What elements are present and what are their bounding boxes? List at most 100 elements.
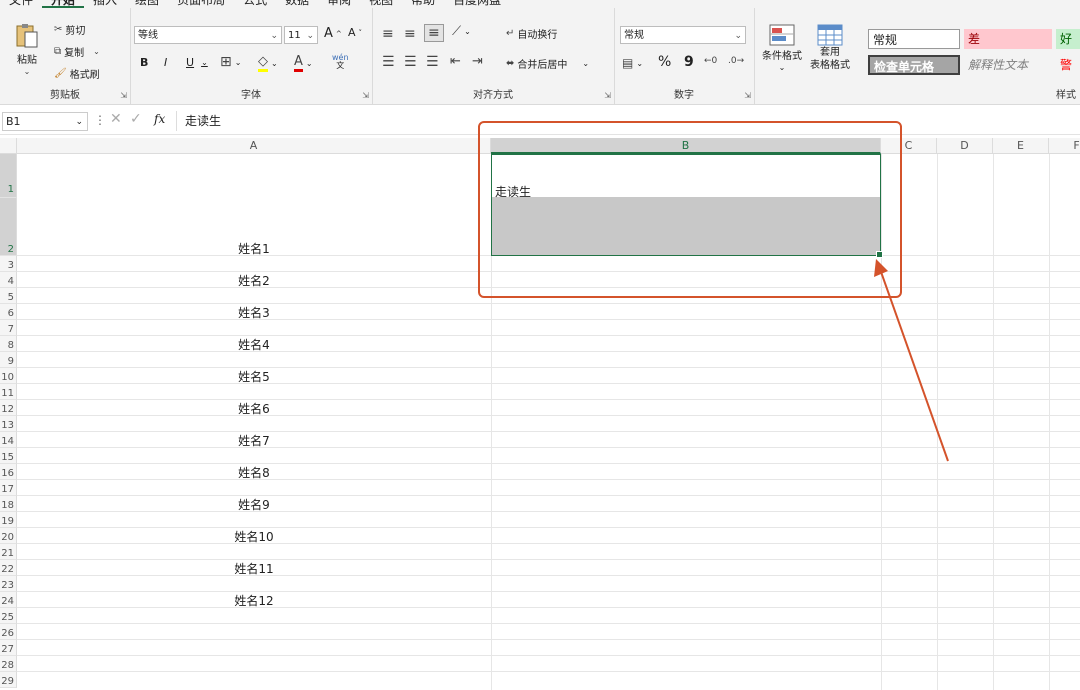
row-header-13[interactable]: 13 <box>0 416 17 432</box>
menu-home[interactable]: 开始 <box>42 0 85 8</box>
row-header-20[interactable]: 20 <box>0 528 17 544</box>
cell-a14[interactable]: 姓名7 <box>17 432 491 449</box>
row-header-21[interactable]: 21 <box>0 544 17 560</box>
shrink-font-button[interactable]: A ˅ <box>348 26 362 39</box>
align-bottom-button[interactable]: ≡ <box>424 24 444 42</box>
align-left-button[interactable]: ☰ <box>382 54 395 70</box>
enter-icon[interactable]: ✓ <box>130 111 142 127</box>
cell-a6[interactable]: 姓名3 <box>17 304 491 321</box>
menu-data[interactable]: 数据 <box>276 0 318 8</box>
cell-a16[interactable]: 姓名8 <box>17 464 491 481</box>
row-header-14[interactable]: 14 <box>0 432 17 448</box>
cell-a22[interactable]: 姓名11 <box>17 560 491 577</box>
row-header-23[interactable]: 23 <box>0 576 17 592</box>
cell-a4[interactable]: 姓名2 <box>17 272 491 289</box>
menu-view[interactable]: 视图 <box>360 0 402 8</box>
dialog-launcher-icon[interactable]: ⇲ <box>604 91 611 100</box>
style-explanatory[interactable]: 解释性文本 <box>964 55 1052 75</box>
style-check-cell[interactable]: 检查单元格 <box>868 55 960 75</box>
dialog-launcher-icon[interactable]: ⇲ <box>362 91 369 100</box>
menu-baidu-netdisk[interactable]: 百度网盘 <box>444 0 510 8</box>
style-bad[interactable]: 差 <box>964 29 1052 49</box>
row-header-19[interactable]: 19 <box>0 512 17 528</box>
column-header-d[interactable]: D <box>937 138 993 154</box>
merge-center-button[interactable]: ⬌ 合并后居中 ⌄ <box>506 56 589 71</box>
row-header-24[interactable]: 24 <box>0 592 17 608</box>
grow-font-button[interactable]: A ^ <box>324 26 342 41</box>
cell-a2[interactable]: 姓名1 <box>17 240 491 257</box>
row-header-26[interactable]: 26 <box>0 624 17 640</box>
cell-a8[interactable]: 姓名4 <box>17 336 491 353</box>
row-header-1[interactable]: 1 <box>0 154 17 198</box>
row-header-22[interactable]: 22 <box>0 560 17 576</box>
column-header-f[interactable]: F <box>1049 138 1080 154</box>
cell-a12[interactable]: 姓名6 <box>17 400 491 417</box>
row-header-4[interactable]: 4 <box>0 272 17 288</box>
menu-page-layout[interactable]: 页面布局 <box>168 0 234 8</box>
row-header-12[interactable]: 12 <box>0 400 17 416</box>
increase-decimal-button[interactable]: ←0 <box>704 56 717 66</box>
more-options-icon[interactable]: ⋮ <box>94 113 106 127</box>
row-header-17[interactable]: 17 <box>0 480 17 496</box>
row-header-3[interactable]: 3 <box>0 256 17 272</box>
comma-button[interactable]: 9 <box>684 54 694 70</box>
row-header-5[interactable]: 5 <box>0 288 17 304</box>
font-size-select[interactable]: 11 ⌄ <box>284 26 318 44</box>
underline-button[interactable]: U ⌄ <box>186 56 208 69</box>
italic-button[interactable]: I <box>164 56 167 69</box>
cell-a10[interactable]: 姓名5 <box>17 368 491 385</box>
align-middle-button[interactable]: ≡ <box>404 26 416 42</box>
borders-button[interactable]: ⊞ ⌄ <box>220 54 241 70</box>
decrease-indent-button[interactable]: ⇤ <box>450 54 461 69</box>
row-header-16[interactable]: 16 <box>0 464 17 480</box>
row-header-7[interactable]: 7 <box>0 320 17 336</box>
orientation-button[interactable]: ⟋ ⌄ <box>452 24 471 39</box>
insert-function-button[interactable]: fx <box>154 112 165 126</box>
style-good[interactable]: 好 <box>1056 29 1080 49</box>
style-normal[interactable]: 常规 <box>868 29 960 49</box>
row-header-11[interactable]: 11 <box>0 384 17 400</box>
fill-color-button[interactable]: ◇ ⌄ <box>258 54 278 72</box>
row-header-29[interactable]: 29 <box>0 672 17 688</box>
menu-file[interactable]: 文件 <box>0 0 42 8</box>
cell-a20[interactable]: 姓名10 <box>17 528 491 545</box>
column-header-a[interactable]: A <box>17 138 491 154</box>
font-name-select[interactable]: 等线 ⌄ <box>134 26 282 44</box>
row-header-25[interactable]: 25 <box>0 608 17 624</box>
align-right-button[interactable]: ☰ <box>426 54 439 70</box>
dialog-launcher-icon[interactable]: ⇲ <box>744 91 751 100</box>
select-all-corner[interactable] <box>0 138 17 154</box>
cell-a18[interactable]: 姓名9 <box>17 496 491 513</box>
conditional-format-button[interactable]: 条件格式 ⌄ <box>762 24 802 72</box>
align-top-button[interactable]: ≡ <box>382 26 394 42</box>
paste-button[interactable]: 粘贴 ⌄ <box>14 22 40 76</box>
wrap-text-button[interactable]: ↵ 自动换行 <box>506 26 557 41</box>
percent-button[interactable]: % <box>658 54 671 70</box>
currency-button[interactable]: ▤ ⌄ <box>622 56 643 70</box>
menu-insert[interactable]: 插入 <box>84 0 126 8</box>
menu-draw[interactable]: 绘图 <box>126 0 168 8</box>
dialog-launcher-icon[interactable]: ⇲ <box>120 91 127 100</box>
cancel-icon[interactable]: ✕ <box>110 111 122 127</box>
menu-review[interactable]: 审阅 <box>318 0 360 8</box>
format-painter-button[interactable]: 🖌 格式刷 <box>54 66 100 81</box>
row-header-28[interactable]: 28 <box>0 656 17 672</box>
decrease-decimal-button[interactable]: .0→ <box>728 56 744 66</box>
row-header-2[interactable]: 2 <box>0 198 17 256</box>
row-header-10[interactable]: 10 <box>0 368 17 384</box>
copy-button[interactable]: ⧉ 复制 ⌄ <box>54 44 100 59</box>
font-color-button[interactable]: A ⌄ <box>294 54 313 72</box>
row-header-27[interactable]: 27 <box>0 640 17 656</box>
cell-a24[interactable]: 姓名12 <box>17 592 491 609</box>
style-warning[interactable]: 警告 <box>1056 55 1080 75</box>
row-header-18[interactable]: 18 <box>0 496 17 512</box>
name-box[interactable]: B1 ⌄ <box>2 112 88 131</box>
row-header-6[interactable]: 6 <box>0 304 17 320</box>
format-as-table-button[interactable]: 套用 表格格式 <box>810 24 850 72</box>
row-header-8[interactable]: 8 <box>0 336 17 352</box>
menu-formulas[interactable]: 公式 <box>234 0 276 8</box>
row-header-15[interactable]: 15 <box>0 448 17 464</box>
phonetic-button[interactable]: wén 文 <box>332 54 349 70</box>
number-format-select[interactable]: 常规 ⌄ <box>620 26 746 44</box>
menu-help[interactable]: 帮助 <box>402 0 444 8</box>
